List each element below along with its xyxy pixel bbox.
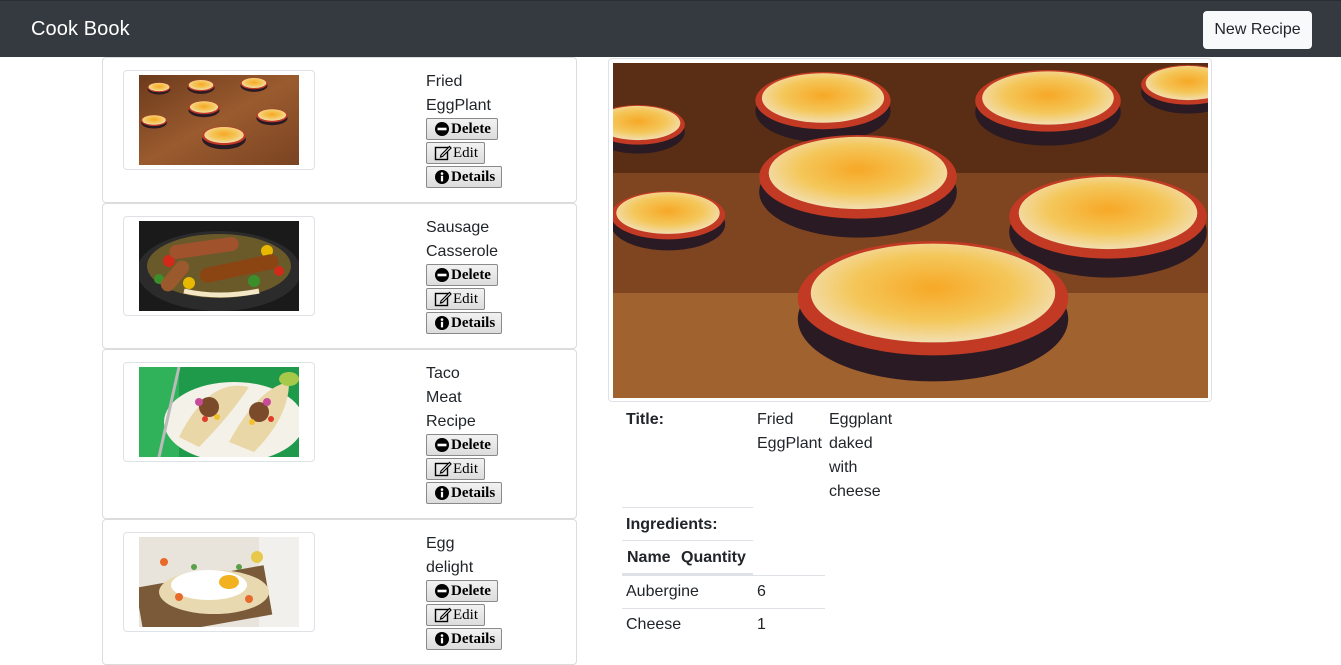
egg-delight-image	[135, 537, 299, 638]
sausage-casserole-image	[137, 221, 301, 311]
edit-button[interactable]: Edit	[426, 458, 485, 480]
info-circle-icon	[435, 170, 449, 184]
recipe-detail-image	[591, 58, 1235, 402]
recipe-title: Sausage Casserole	[426, 219, 499, 260]
recipe-title: Egg delight	[426, 535, 474, 576]
recipe-thumbnail[interactable]	[123, 216, 315, 316]
minus-circle-icon	[435, 122, 449, 136]
minus-circle-icon	[435, 438, 449, 452]
recipe-card: Taco Meat Recipe Delete Edit Details	[102, 349, 577, 519]
recipe-thumbnail[interactable]	[123, 70, 315, 170]
taco-meat-image	[139, 366, 304, 462]
edit-button[interactable]: Edit	[426, 288, 485, 310]
details-button[interactable]: Details	[426, 166, 503, 188]
ingredients-label: Ingredients:	[626, 516, 718, 533]
details-button[interactable]: Details	[426, 628, 503, 650]
edit-icon	[434, 461, 452, 477]
fried-eggplant-large-image	[591, 63, 1235, 398]
ingredient-quantity: 1	[757, 616, 766, 633]
info-circle-icon	[435, 486, 449, 500]
divider	[622, 540, 753, 541]
column-header-quantity: Quantity	[681, 549, 746, 566]
ingredient-name: Cheese	[626, 616, 682, 633]
column-header-name: Name	[627, 549, 671, 566]
fried-eggplant-image	[139, 75, 299, 165]
details-button[interactable]: Details	[426, 312, 503, 334]
navbar: Cook Book New Recipe	[0, 0, 1341, 57]
edit-icon	[434, 145, 452, 161]
delete-button[interactable]: Delete	[426, 580, 498, 602]
info-circle-icon	[435, 632, 449, 646]
edit-button[interactable]: Edit	[426, 604, 485, 626]
recipe-thumbnail[interactable]	[123, 532, 315, 638]
detail-description: Eggplant daked with cheese	[829, 411, 893, 500]
divider	[622, 608, 825, 609]
recipe-card: Egg delight Delete Edit Details	[102, 519, 577, 665]
new-recipe-button[interactable]: New Recipe	[1203, 11, 1312, 49]
brand-title[interactable]: Cook Book	[31, 18, 130, 41]
edit-icon	[434, 607, 452, 623]
detail-title: Fried EggPlant	[757, 411, 822, 452]
recipe-card: Fried EggPlant Delete Edit Details	[102, 57, 577, 203]
ingredient-quantity: 6	[757, 583, 766, 600]
recipe-card: Sausage Casserole Delete Edit Details	[102, 203, 577, 349]
recipe-thumbnail[interactable]	[123, 362, 315, 462]
edit-button[interactable]: Edit	[426, 142, 485, 164]
title-label: Title:	[626, 411, 664, 428]
divider	[622, 575, 825, 576]
delete-button[interactable]: Delete	[426, 118, 498, 140]
minus-circle-icon	[435, 584, 449, 598]
minus-circle-icon	[435, 268, 449, 282]
info-circle-icon	[435, 316, 449, 330]
edit-icon	[434, 291, 452, 307]
delete-button[interactable]: Delete	[426, 434, 498, 456]
delete-button[interactable]: Delete	[426, 264, 498, 286]
divider	[622, 507, 753, 508]
recipe-title: Taco Meat Recipe	[426, 365, 476, 430]
ingredient-name: Aubergine	[626, 583, 699, 600]
recipe-title: Fried EggPlant	[426, 73, 491, 114]
details-button[interactable]: Details	[426, 482, 503, 504]
